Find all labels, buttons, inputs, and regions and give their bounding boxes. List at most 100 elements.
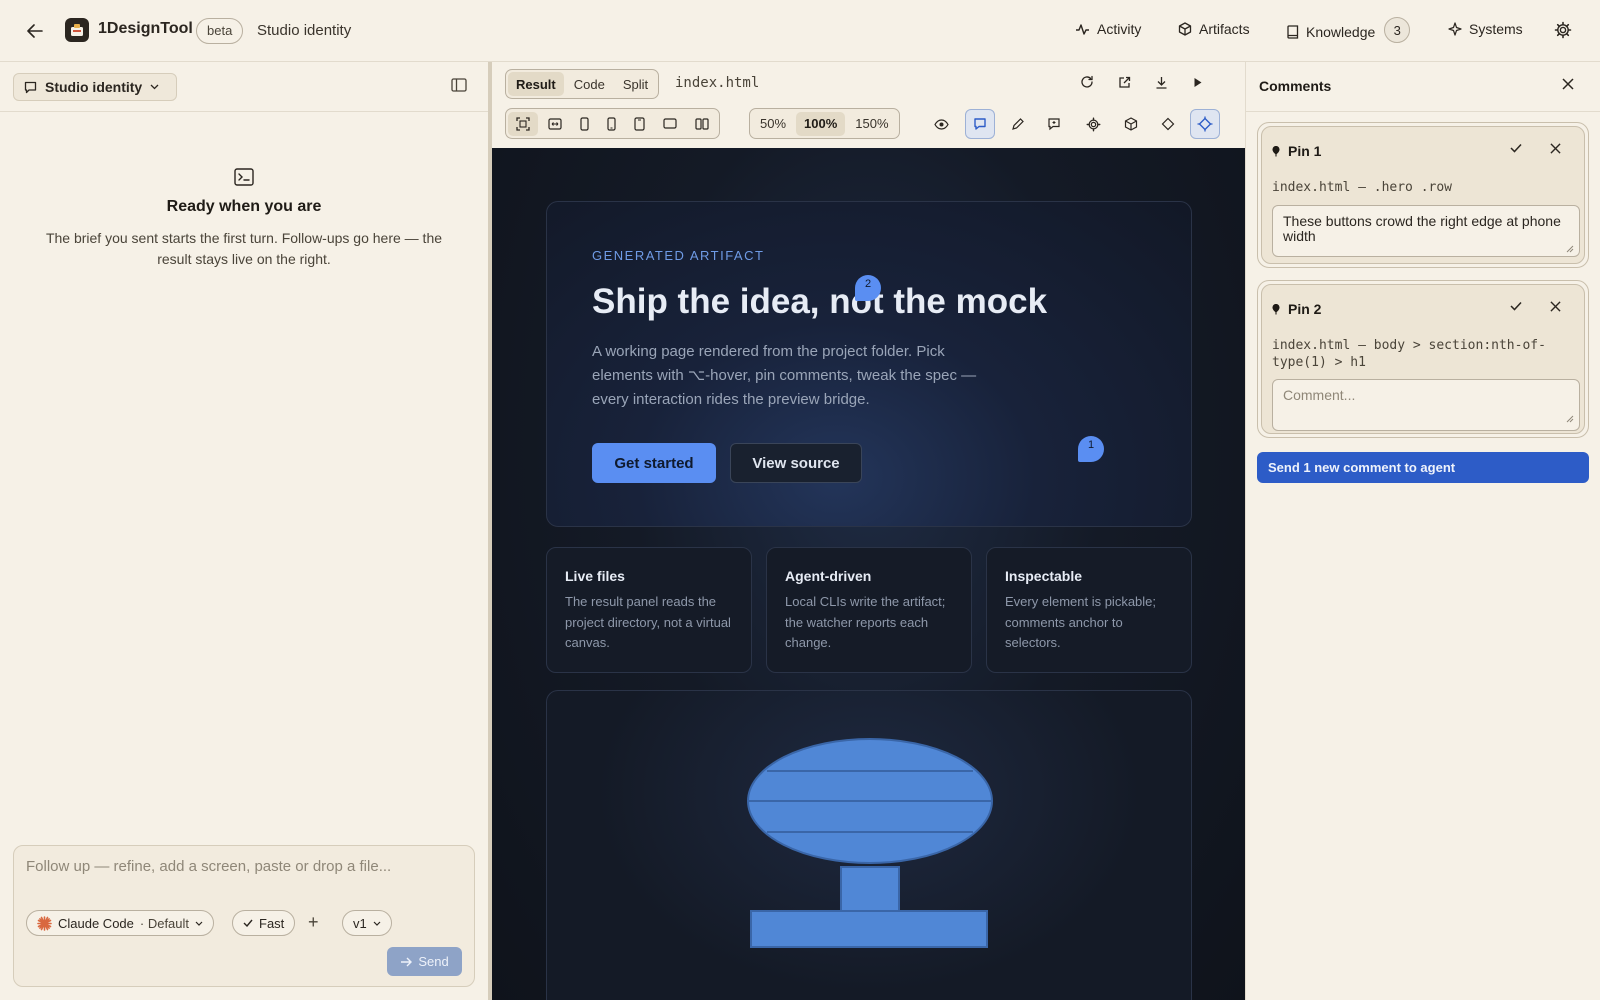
nav-artifacts[interactable]: Artifacts	[1178, 21, 1250, 37]
nav-knowledge[interactable]: Knowledge 3	[1287, 17, 1411, 43]
fast-label: Fast	[259, 915, 285, 931]
nav-artifacts-label: Artifacts	[1199, 21, 1250, 37]
fast-toggle[interactable]: Fast	[232, 910, 296, 936]
version-select[interactable]: v1	[342, 910, 392, 936]
terminal-icon	[234, 168, 254, 186]
pin-card-inner: Pin 1 index.html — .hero .row These butt…	[1261, 126, 1585, 264]
pin-icon	[1272, 303, 1280, 315]
nav-activity[interactable]: Activity	[1075, 21, 1141, 37]
project-title: Studio identity	[257, 22, 352, 39]
arrow-right-icon	[400, 957, 413, 967]
filename-label: index.html	[675, 75, 760, 91]
chevron-down-icon	[195, 921, 203, 926]
illustration-section	[546, 690, 1192, 1000]
inspect-target-icon[interactable]	[1190, 109, 1220, 139]
comments-header: Comments	[1246, 62, 1600, 112]
feature-card: Inspectable Every element is pickable; c…	[986, 547, 1192, 673]
pin-marker-1[interactable]: 1	[1078, 436, 1104, 462]
nav-knowledge-label: Knowledge	[1306, 24, 1376, 40]
phone-large-icon[interactable]	[599, 112, 624, 136]
version-label: v1	[353, 915, 367, 931]
crosshair-icon[interactable]	[1155, 111, 1181, 137]
pencil-icon[interactable]	[1004, 111, 1030, 137]
pin-header: Pin 2	[1272, 301, 1321, 317]
card-title: Agent-driven	[785, 568, 872, 584]
follow-up-input[interactable]	[26, 858, 462, 875]
tablet-landscape-icon[interactable]	[655, 112, 685, 136]
zoom-100[interactable]: 100%	[796, 111, 846, 136]
chat-panel-header: Studio identity	[0, 62, 488, 112]
card-title: Live files	[565, 568, 625, 584]
send-button[interactable]: Send	[387, 947, 462, 976]
sparkle-icon	[1448, 22, 1462, 36]
claude-logo-icon	[37, 915, 52, 931]
comment-add-icon[interactable]	[1041, 111, 1067, 137]
fit-screen-icon[interactable]	[508, 111, 538, 136]
comment-mode-icon[interactable]	[965, 109, 995, 139]
tab-split[interactable]: Split	[615, 72, 656, 96]
view-mode-tabs: Result Code Split	[505, 69, 660, 99]
empty-state-title: Ready when you are	[166, 198, 322, 215]
tab-result[interactable]: Result	[508, 72, 564, 96]
resolve-check-icon[interactable]	[1510, 301, 1522, 311]
card-text: The result panel reads the project direc…	[565, 594, 731, 650]
pin-header: Pin 1	[1272, 143, 1321, 159]
resolve-check-icon[interactable]	[1510, 143, 1522, 153]
back-arrow-icon[interactable]	[22, 19, 48, 43]
empty-state: Ready when you are The brief you sent st…	[0, 168, 488, 270]
split-view-icon[interactable]	[687, 112, 717, 136]
pin-comment-field[interactable]: Comment...	[1272, 379, 1580, 431]
close-icon[interactable]	[1562, 78, 1574, 90]
pin-icon	[1272, 145, 1280, 157]
preview-canvas: GENERATED ARTIFACT Ship the idea, not th…	[492, 148, 1245, 1000]
zoom-50[interactable]: 50%	[752, 112, 794, 136]
hero-title[interactable]: Ship the idea, not the mock	[592, 282, 1047, 322]
fit-width-icon[interactable]	[540, 112, 570, 136]
eye-icon[interactable]	[928, 111, 954, 137]
hero-eyebrow: GENERATED ARTIFACT	[592, 248, 765, 263]
pin-card-1: Pin 1 index.html — .hero .row These butt…	[1257, 122, 1589, 268]
device-size-group	[505, 108, 720, 139]
collapse-sidebar-icon[interactable]	[451, 78, 467, 92]
resize-grip-icon[interactable]	[1566, 245, 1574, 253]
chat-panel: Studio identity Ready when you are The b…	[0, 62, 488, 1000]
feature-card: Agent-driven Local CLIs write the artifa…	[766, 547, 972, 673]
app-logo-icon	[65, 18, 89, 42]
check-icon	[243, 919, 253, 927]
empty-state-text: The brief you sent starts the first turn…	[45, 230, 443, 267]
box-icon[interactable]	[1118, 111, 1144, 137]
preview-toolbar: Result Code Split index.html 50% 100% 15…	[492, 62, 1245, 148]
agent-label: Claude Code	[58, 915, 134, 931]
download-icon[interactable]	[1148, 69, 1174, 95]
delete-pin-icon[interactable]	[1550, 301, 1561, 312]
view-source-button[interactable]: View source	[730, 443, 862, 483]
pin-comment-field[interactable]: These buttons crowd the right edge at ph…	[1272, 205, 1580, 257]
play-icon[interactable]	[1185, 69, 1211, 95]
settings-gear-icon[interactable]	[1554, 21, 1572, 39]
agent-select[interactable]: Claude Code · Default	[26, 910, 215, 936]
open-external-icon[interactable]	[1111, 69, 1137, 95]
nav-systems[interactable]: Systems	[1448, 21, 1523, 37]
pin-marker-2[interactable]: 2	[855, 275, 881, 301]
phone-icon[interactable]	[572, 112, 597, 136]
send-comments-button[interactable]: Send 1 new comment to agent	[1257, 452, 1589, 483]
tablet-icon[interactable]	[626, 112, 653, 136]
zoom-150[interactable]: 150%	[847, 112, 896, 136]
add-attachment-icon[interactable]: +	[308, 912, 319, 933]
get-started-button[interactable]: Get started	[592, 443, 716, 483]
delete-pin-icon[interactable]	[1550, 143, 1561, 154]
reload-icon[interactable]	[1074, 69, 1100, 95]
comments-title: Comments	[1259, 78, 1332, 94]
comments-panel: Comments Pin 1 index.html — .hero .row T…	[1245, 62, 1600, 1000]
pin-selector: index.html — body > section:nth-of-type(…	[1272, 338, 1546, 370]
resize-grip-icon[interactable]	[1566, 415, 1574, 423]
project-select[interactable]: Studio identity	[13, 73, 177, 101]
knowledge-count-badge: 3	[1384, 17, 1411, 43]
tab-code[interactable]: Code	[566, 72, 613, 96]
pin-label: Pin 2	[1288, 301, 1322, 317]
tweaks-gear-icon[interactable]	[1080, 111, 1106, 137]
nav-activity-label: Activity	[1097, 21, 1142, 37]
send-label: Send	[418, 954, 449, 969]
pin-card-inner: Pin 2 index.html — body > section:nth-of…	[1261, 284, 1585, 434]
chevron-down-icon	[373, 921, 381, 926]
